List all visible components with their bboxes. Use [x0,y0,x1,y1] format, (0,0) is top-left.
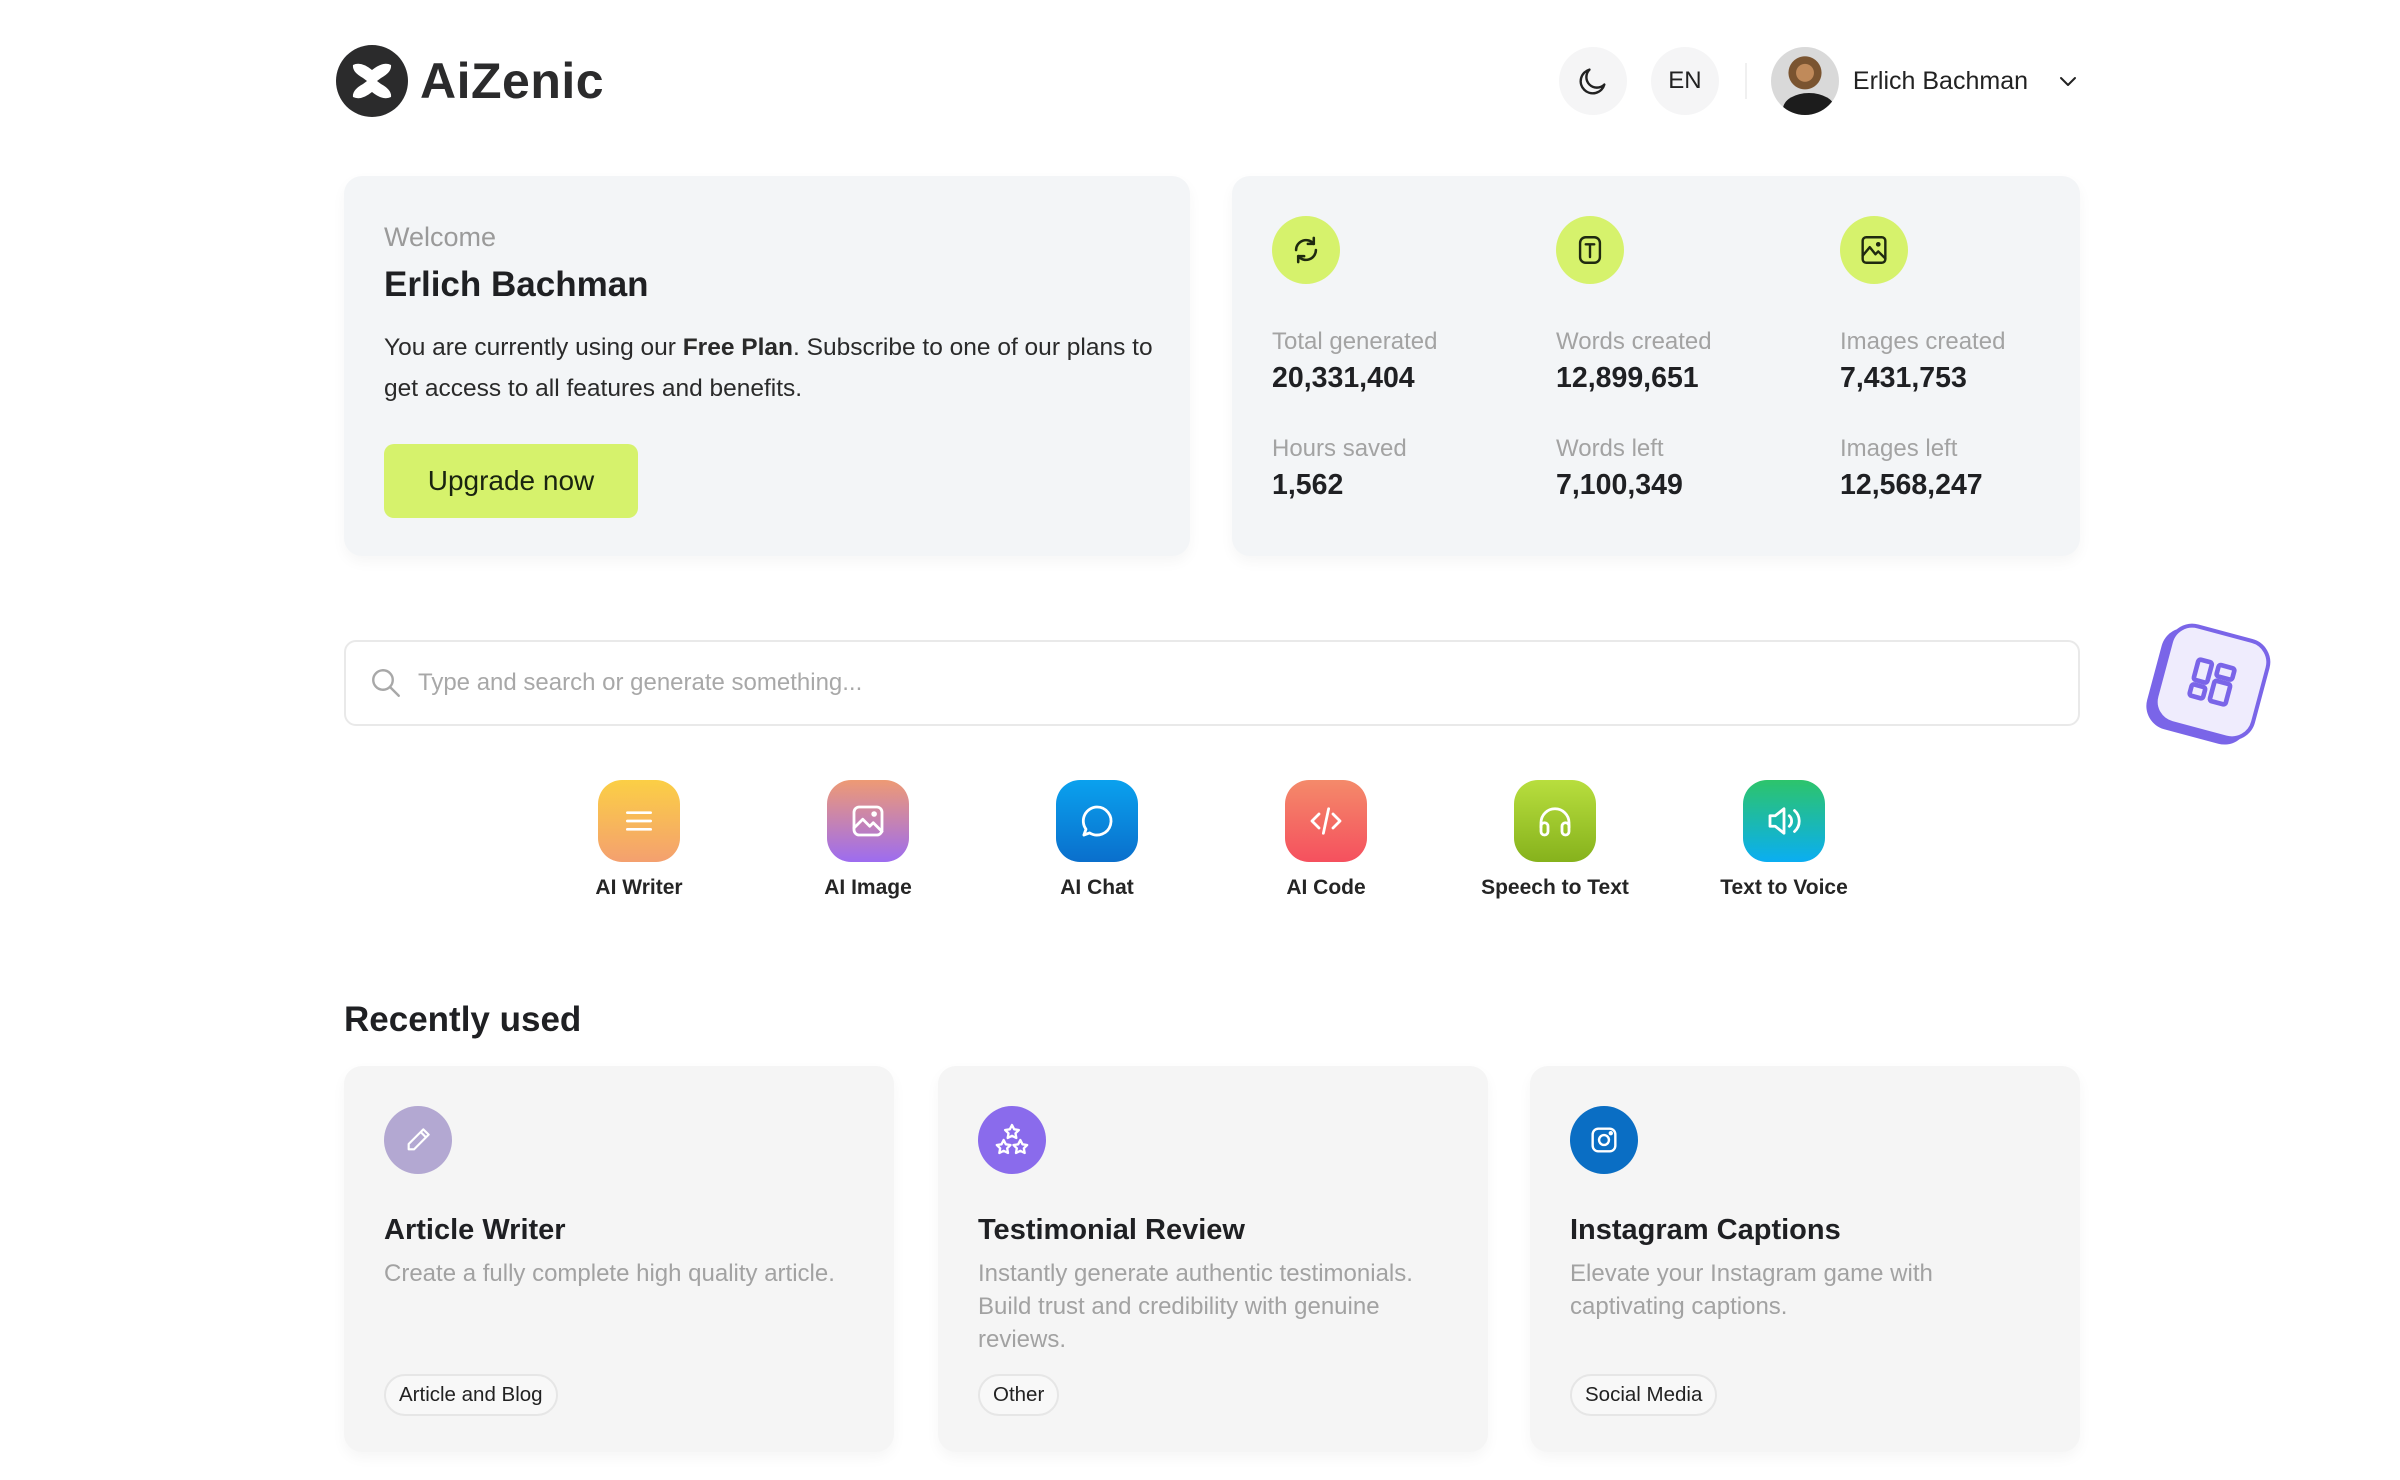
tool-speech-to-text[interactable]: Speech to Text [1455,780,1655,900]
recent-card-instagram-captions[interactable]: Instagram Captions Elevate your Instagra… [1530,1066,2080,1452]
theme-toggle-button[interactable] [1558,47,1627,115]
stat-label: Words left [1556,435,1664,462]
refresh-icon [1272,216,1340,284]
tool-ai-image[interactable]: AI Image [768,780,968,900]
tool-text-to-voice[interactable]: Text to Voice [1684,780,1884,900]
stat-images-created: Images created 7,431,753 [1840,328,2120,395]
recent-description: Elevate your Instagram game with captiva… [1570,1260,1933,1320]
brand-name: AiZenic [420,53,605,109]
category-tag[interactable]: Article and Blog [384,1374,558,1416]
recent-description: Create a fully complete high quality art… [384,1260,835,1287]
recently-used-title: Recently used [344,1000,582,1039]
recent-card-article-writer[interactable]: Article Writer Create a fully complete h… [344,1066,894,1452]
stat-label: Total generated [1272,328,1438,355]
recent-title: Instagram Captions [1570,1214,1841,1246]
search-input[interactable] [418,669,2078,697]
stats-card: Total generated 20,331,404 Words created 1… [1232,176,2080,556]
tool-label: AI Chat [1060,876,1134,899]
tool-label: AI Image [824,876,912,899]
tool-label: AI Writer [595,876,683,899]
apps-grid-icon [2187,657,2237,707]
chevron-down-icon[interactable] [2056,69,2080,93]
stat-total-generated: Total generated 20,331,404 [1272,328,1556,395]
plan-name: Free Plan [682,334,794,361]
stat-value: 12,899,651 [1556,362,1699,394]
stat-words-created: Words created 12,899,651 [1556,328,1840,395]
user-menu[interactable]: Erlich Bachman [1770,47,2080,115]
tools-row: AI Writer AI Image AI Chat AI Code Speec… [0,780,2400,910]
stat-images-left: Images left 12,568,247 [1840,435,2120,502]
moon-icon [1579,68,1606,95]
tool-label: AI Code [1286,876,1366,899]
stat-value: 1,562 [1272,469,1344,501]
welcome-user-name: Erlich Bachman [384,265,649,304]
stat-value: 7,100,349 [1556,469,1683,501]
language-button[interactable]: EN [1650,47,1719,115]
chat-bubble-icon [1056,780,1138,862]
text-lines-icon [598,780,680,862]
recent-card-testimonial-review[interactable]: Testimonial Review Instantly generate au… [938,1066,1488,1452]
recent-title: Article Writer [384,1214,566,1246]
brand[interactable]: AiZenic [336,45,604,117]
stat-hours-saved: Hours saved 1,562 [1272,435,1556,502]
stat-value: 7,431,753 [1840,362,1967,394]
image-icon [1840,216,1908,284]
category-tag[interactable]: Social Media [1570,1374,1718,1416]
tool-label: Speech to Text [1481,876,1629,899]
plan-message-start: You are currently using our [384,334,683,361]
tool-ai-writer[interactable]: AI Writer [539,780,739,900]
tool-ai-chat[interactable]: AI Chat [997,780,1197,900]
header: AiZenic EN Erlich Bachman [336,42,2080,120]
headphones-icon [1514,780,1596,862]
recent-description: Instantly generate authentic testimonial… [978,1260,1413,1353]
recent-title: Testimonial Review [978,1214,1245,1246]
stat-label: Images created [1840,328,2006,355]
stars-icon [978,1106,1046,1174]
tool-label: Text to Voice [1720,876,1848,899]
code-icon [1285,780,1367,862]
stat-value: 20,331,404 [1272,362,1415,394]
stat-label: Images left [1840,435,1958,462]
welcome-card: Welcome Erlich Bachman You are currently… [344,176,1190,556]
speaker-icon [1743,780,1825,862]
search-bar[interactable] [344,640,2080,726]
text-icon [1556,216,1624,284]
stat-words-left: Words left 7,100,349 [1556,435,1840,502]
image-icon [827,780,909,862]
plan-message: You are currently using our Free Plan. S… [384,327,1164,409]
stat-label: Hours saved [1272,435,1407,462]
user-name: Erlich Bachman [1852,66,2028,95]
stat-label: Words created [1556,328,1712,355]
logo-icon [336,45,408,117]
welcome-label: Welcome [384,222,497,252]
tool-ai-code[interactable]: AI Code [1226,780,1426,900]
stat-value: 12,568,247 [1840,469,1983,501]
avatar [1770,47,1839,115]
pencil-icon [384,1106,452,1174]
header-divider [1744,63,1747,99]
category-tag[interactable]: Other [978,1374,1060,1416]
upgrade-button[interactable]: Upgrade now [384,444,638,518]
apps-widget-button[interactable] [2140,618,2276,750]
search-icon [372,669,400,697]
instagram-icon [1570,1106,1638,1174]
